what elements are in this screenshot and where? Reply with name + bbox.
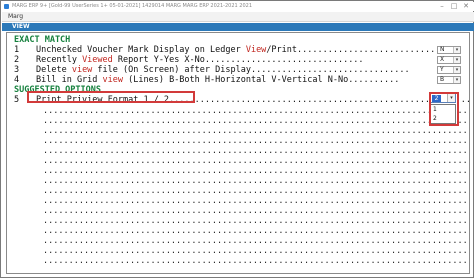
empty-row: ........................................… bbox=[43, 256, 470, 266]
select-value: B bbox=[440, 76, 445, 83]
select-value: 2 bbox=[432, 95, 441, 102]
select-value: X bbox=[440, 56, 445, 63]
option-number: 5 bbox=[14, 95, 20, 105]
chevron-down-icon[interactable]: ▾ bbox=[447, 94, 455, 102]
option-label: Unchecked Voucher Mark Display on Ledger bbox=[36, 45, 246, 55]
dropdown-option-1[interactable]: 1 bbox=[431, 105, 455, 114]
menu-item-marg[interactable]: Marg bbox=[8, 12, 23, 22]
menu-bar: Marg bbox=[2, 12, 474, 22]
chevron-down-icon[interactable]: ▾ bbox=[453, 47, 460, 53]
option-keyword: Viewed bbox=[82, 55, 113, 65]
minimize-icon[interactable]: – bbox=[436, 2, 448, 11]
option-5-select[interactable]: 2 ▾ bbox=[430, 93, 456, 103]
app-window: MARG ERP 9+ [Gold-99 UserSeries 1+ 05-01… bbox=[0, 0, 474, 278]
option-leader-dots: ............................... bbox=[204, 55, 364, 65]
view-bar-label: VIEW bbox=[12, 23, 30, 30]
title-bar: MARG ERP 9+ [Gold-99 UserSeries 1+ 05-01… bbox=[2, 2, 474, 11]
option-leader-dots: ........................................… bbox=[169, 95, 470, 105]
chevron-down-icon[interactable]: ▾ bbox=[453, 77, 460, 83]
option-1-select[interactable]: N ▾ bbox=[437, 46, 461, 54]
option-3-select[interactable]: Y ▾ bbox=[437, 66, 461, 74]
option-label: Print Priview Format 1 / 2 bbox=[36, 95, 170, 105]
option-label-end: Report Y-Yes X-No bbox=[112, 55, 205, 65]
options-panel: EXACT MATCH 1 Unchecked Voucher Mark Disp… bbox=[6, 32, 470, 274]
option-leader-dots: ............................... bbox=[297, 45, 456, 55]
window-title: MARG ERP 9+ [Gold-99 UserSeries 1+ 05-01… bbox=[12, 3, 252, 9]
maximize-icon[interactable]: □ bbox=[448, 2, 460, 11]
app-icon bbox=[4, 4, 9, 9]
option-label-end: (Lines) B-Both H-Horizontal V-Vertical N… bbox=[123, 75, 349, 85]
option-label: Bill in Grid bbox=[36, 75, 103, 85]
option-2-select[interactable]: X ▾ bbox=[437, 56, 461, 64]
dropdown-option-2[interactable]: 2 bbox=[431, 114, 455, 123]
option-keyword: view bbox=[102, 75, 124, 85]
option-row-5[interactable]: 5 Print Priview Format 1 / 2.............… bbox=[14, 95, 470, 106]
option-leader-dots: ............................... bbox=[250, 65, 410, 75]
chevron-down-icon[interactable]: ▾ bbox=[453, 67, 460, 73]
view-bar: VIEW bbox=[2, 23, 474, 31]
option-leader-dots: .......... bbox=[348, 75, 400, 85]
select-value: Y bbox=[440, 66, 444, 73]
option-keyword: View bbox=[245, 45, 267, 55]
option-4-select[interactable]: B ▾ bbox=[437, 76, 461, 84]
option-keyword: view bbox=[71, 65, 93, 75]
option-label-end: file (On Screen) after Display bbox=[92, 65, 251, 75]
option-5-dropdown: 1 2 bbox=[430, 104, 456, 124]
option-label-end: /Print bbox=[266, 45, 298, 55]
chevron-down-icon[interactable]: ▾ bbox=[453, 57, 460, 63]
option-label: Delete bbox=[36, 65, 72, 75]
close-icon[interactable]: ✕ bbox=[460, 2, 472, 11]
option-label: Recently bbox=[36, 55, 83, 65]
select-value: N bbox=[440, 46, 445, 53]
